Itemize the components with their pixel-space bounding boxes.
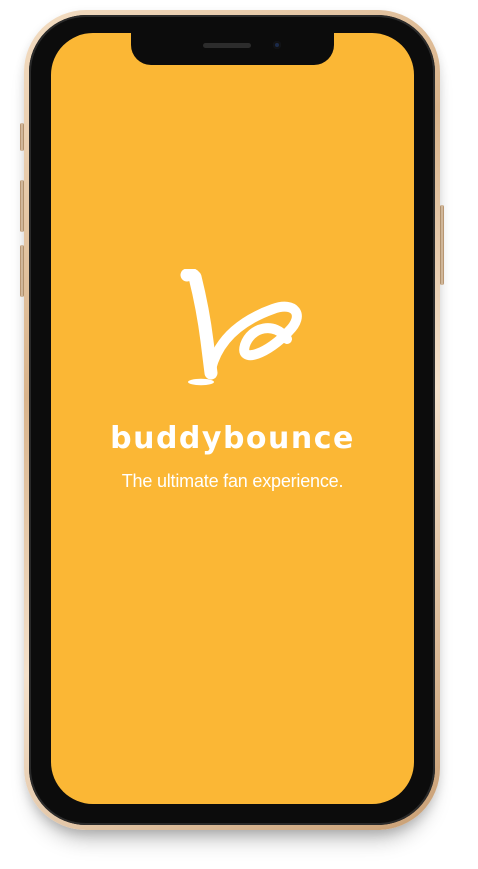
brand-wordmark: buddybounce xyxy=(110,421,355,456)
tagline: The ultimate fan experience. xyxy=(121,471,344,491)
front-camera-icon xyxy=(273,41,281,49)
notch xyxy=(131,33,334,65)
splash-screen: buddybounce The ultimate fan experience. xyxy=(51,33,414,804)
mockup-stage: buddybounce The ultimate fan experience. xyxy=(0,0,478,869)
power-button xyxy=(440,205,444,285)
speaker-grille xyxy=(203,43,251,48)
buddybounce-logo-icon xyxy=(180,269,302,386)
